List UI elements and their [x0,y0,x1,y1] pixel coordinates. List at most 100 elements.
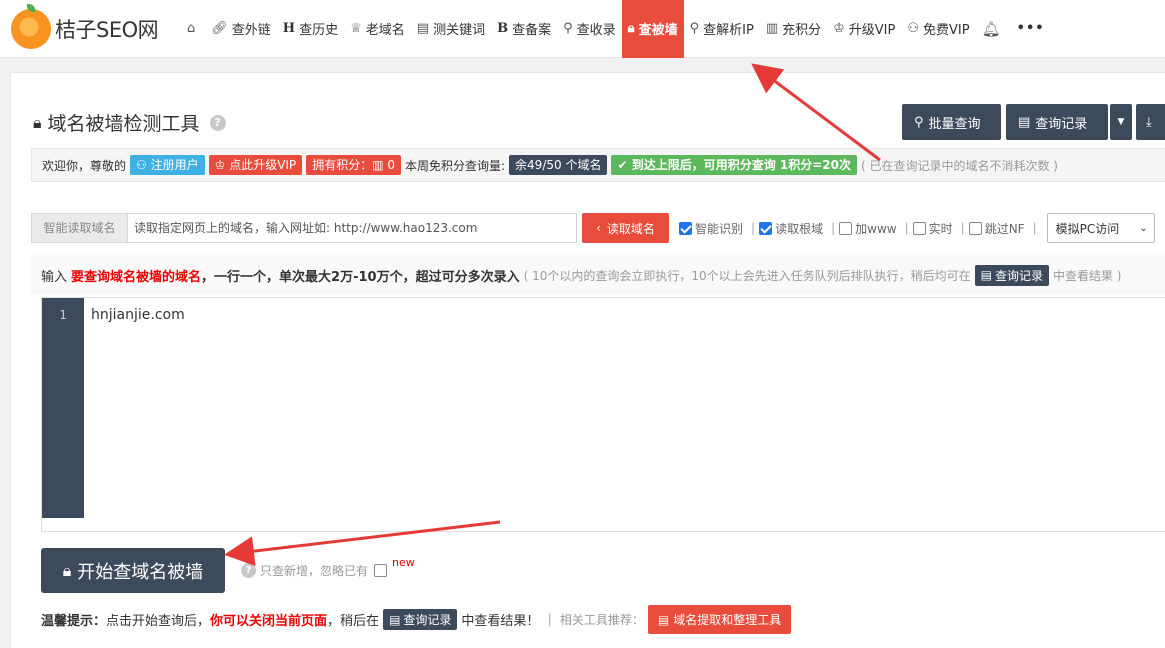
limit-badge: ✔ 到达上限后，可用积分查询 1积分=20次 [611,155,857,175]
more-button[interactable]: ••• [1011,0,1055,58]
link-icon: 🔗︎ [211,21,228,36]
nav-home[interactable]: ⌂ [181,0,205,58]
checkbox[interactable] [839,221,853,235]
fetch-domains-button[interactable]: ‹ 读取域名 [582,213,669,243]
nav-resolve-ip[interactable]: ⚲ 查解析IP [684,0,760,58]
option-realtime[interactable]: 实时 [912,220,953,237]
beian-b-icon: B [497,21,509,36]
tips-row: 温馨提示： 点击开始查询后， 你可以关闭当前页面 ，稍后在 ▤ 查询记录 中查看结… [41,605,792,634]
option-skip-nf[interactable]: 跳过NF [968,220,1025,237]
tips-text1: 点击开始查询后， [106,614,211,629]
line-number: 1 [59,308,67,322]
checkbox-checked[interactable] [679,221,692,235]
document-icon: ▤ [657,612,670,627]
help-icon[interactable]: ? [241,563,256,578]
nav-beian[interactable]: B 查备案 [491,0,557,58]
option-smart-detect[interactable]: 智能识别 [679,220,743,237]
hint-rest: ，一行一个，单次最大2万-10万个，超过可分多次录入 [201,269,520,285]
crown-icon: ♔ [214,158,230,172]
quota-note: ( 已在查询记录中的域名不消耗次数 ) [860,158,1058,173]
site-logo[interactable]: 桔子SEO网 [11,3,181,49]
checkbox[interactable] [968,221,982,235]
tips-label: 温馨提示： [41,614,107,629]
nav-label: 老域名 [365,23,405,38]
separator: | [831,221,836,235]
batch-query-button[interactable]: ⚲ 批量查询 [902,104,1001,140]
nav-backlinks[interactable]: 🔗︎ 查外链 [205,0,277,58]
tips-text2: ，稍后在 [327,614,380,629]
start-check-button[interactable]: 🔒︎ 开始查域名被墙 [41,548,225,593]
nav-label: 免费VIP [923,23,970,38]
input-hint-bar: 输入 要查询域名被墙的域名 ，一行一个，单次最大2万-10万个，超过可分多次录入… [31,255,1165,295]
lock-icon: 🔒︎ [33,112,42,132]
tips-history-button[interactable]: ▤ 查询记录 [383,609,458,630]
nav-history[interactable]: H 查历史 [277,0,344,58]
nav-label: 测关键词 [433,23,486,38]
new-tag: new [392,556,415,569]
nav-old-domains[interactable]: ♕ 老域名 [344,0,411,58]
hint-red: 要查询域名被墙的域名 [71,269,202,285]
nav-free-vip[interactable]: ⚇ 免费VIP [901,0,975,58]
hint-history-button[interactable]: ▤ 查询记录 [974,264,1049,286]
checkbox-checked[interactable] [759,221,773,235]
location-icon: ⚲ [689,21,700,36]
option-label: 跳过NF [984,221,1025,236]
history-dropdown-button[interactable]: ▼ [1110,104,1132,140]
separator: | [904,221,909,235]
editor-content[interactable]: hnjianjie.com [91,307,185,323]
domain-editor[interactable]: 1 hnjianjie.com [41,297,1165,532]
download-icon: ⤓ [1146,114,1152,130]
fetch-domains-label: 读取域名 [606,221,655,236]
download-button[interactable]: ⤓ [1136,104,1165,140]
query-history-button[interactable]: ▤ 查询记录 [1006,104,1108,140]
start-check-label: 开始查域名被墙 [77,561,204,583]
top-navigation: 桔子SEO网 ⌂ 🔗︎ 查外链 H 查历史 ♕ 老域名 ▤ 测关键词 B 查备案 ⚲ 查收录… [0,0,1165,58]
option-label: 读取根域 [775,221,824,236]
user-level-badge[interactable]: ⚇ 注册用户 [130,155,205,175]
chevron-left-icon: ‹ [596,221,601,235]
limit-label: 到达上限后，可用积分查询 1积分=20次 [631,158,851,172]
upgrade-vip-badge[interactable]: ♔ 点此升级VIP [208,155,303,175]
option-add-www[interactable]: 加www [839,220,897,237]
nav-upgrade-vip[interactable]: ♔ 升级VIP [827,0,901,58]
domain-extract-tool-button[interactable]: ▤ 域名提取和整理工具 [647,605,792,634]
notifications-button[interactable]: 🔔︎ [976,0,1011,58]
help-icon[interactable]: ? [209,114,226,131]
caret-down-icon: ▼ [1117,117,1125,127]
document-icon: ▤ [416,21,430,36]
fetch-options: 智能识别 | 读取根域 | 加www | 实时 | 跳过NF | [679,220,1041,237]
only-new-option: ? 只查新增，忽略已有 new [241,556,415,579]
logo-text: 桔子SEO网 [55,17,159,42]
nav-recharge[interactable]: ▥ 充积分 [760,0,827,58]
option-root-domain[interactable]: 读取根域 [759,220,823,237]
only-new-checkbox[interactable] [374,564,388,577]
tips-history-label: 查询记录 [403,613,452,627]
nav-keywords[interactable]: ▤ 测关键词 [411,0,491,58]
option-label: 智能识别 [695,221,744,236]
nav-blocked[interactable]: 🔒︎ 查被墙 [621,0,684,58]
user-level-label: 注册用户 [150,158,199,172]
checkbox[interactable] [912,221,926,235]
tips-red: 你可以关闭当前页面 [210,614,328,629]
nav-index[interactable]: ⚲ 查收录 [557,0,622,58]
nav-label: 查历史 [299,23,339,38]
points-value: 0 [387,158,395,172]
main-panel: 🔒︎ 域名被墙检测工具 ? ⚲ 批量查询 ▤ 查询记录 ▼ ⤓ 欢迎你，尊敬的 … [10,72,1165,648]
separator: | [751,221,756,235]
home-icon: ⌂ [187,21,196,36]
document-icon: ▤ [389,612,401,627]
quota-label: 本周免积分查询量: [405,158,506,173]
hint-prefix: 输入 [41,269,68,285]
hint-muted: ( 10个以内的查询会立即执行，10个以上会先进入任务队列后排队执行，稍后均可在 [523,268,971,283]
nav-label: 查被墙 [638,23,678,38]
points-badge[interactable]: 拥有积分：▥ 0 [306,155,401,175]
bell-icon: 🔔︎ [981,19,1001,38]
access-mode-select[interactable]: 模拟PC访问 ⌄ [1046,213,1155,243]
fetch-row: 智能读取域名 读取指定网页上的域名，输入网址如: http://www.hao1… [31,213,1155,243]
option-label: 实时 [928,221,953,236]
page-title: 域名被墙检测工具 [47,113,200,135]
history-h-icon: H [282,21,296,36]
fetch-url-input[interactable]: 读取指定网页上的域名，输入网址如: http://www.hao123.com [128,213,577,243]
search-icon: ⚲ [914,114,924,130]
search-icon: ⚲ [563,21,573,36]
